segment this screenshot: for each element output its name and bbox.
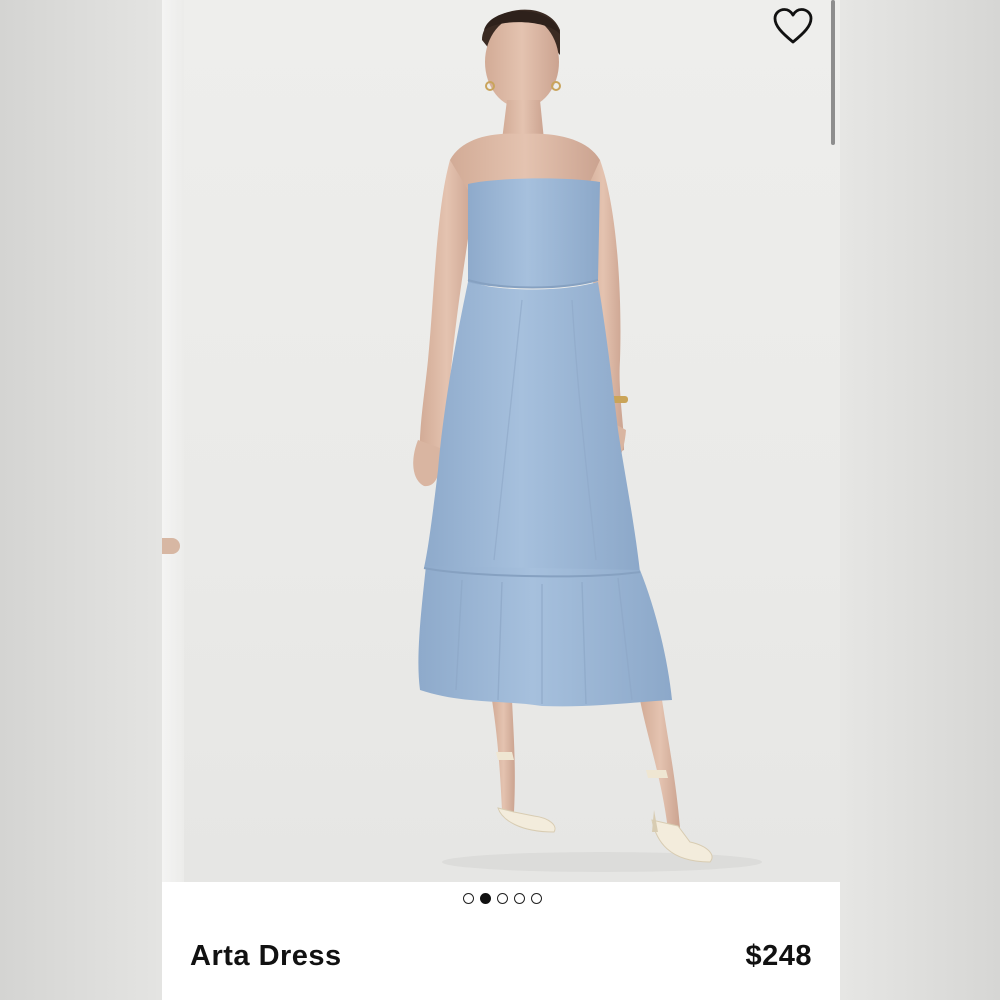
pagination-dot-2[interactable] bbox=[479, 893, 491, 904]
gallery-pagination bbox=[162, 893, 840, 911]
product-card: Arta Dress $248 bbox=[162, 0, 840, 1000]
product-image-gallery[interactable] bbox=[162, 0, 840, 882]
product-title: Arta Dress bbox=[190, 940, 342, 972]
pagination-dot-3[interactable] bbox=[496, 893, 508, 904]
scrollbar[interactable] bbox=[831, 0, 835, 145]
heart-outline-icon bbox=[773, 8, 813, 44]
background-left bbox=[0, 0, 162, 1000]
pagination-dot-5[interactable] bbox=[530, 893, 542, 904]
product-price: $248 bbox=[745, 940, 812, 972]
background-right bbox=[840, 0, 1000, 1000]
pagination-dot-4[interactable] bbox=[513, 893, 525, 904]
pagination-dot-1[interactable] bbox=[462, 893, 474, 904]
product-photo bbox=[413, 9, 762, 872]
favorite-button[interactable] bbox=[770, 4, 816, 48]
